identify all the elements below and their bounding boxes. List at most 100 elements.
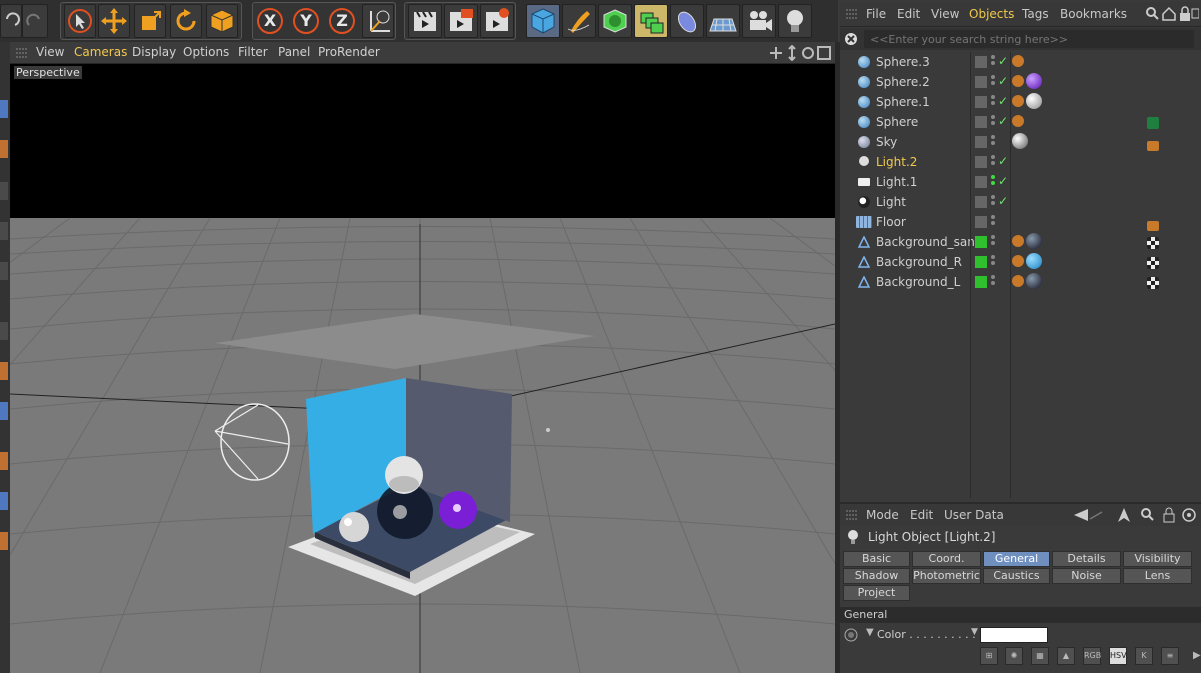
mode-button[interactable] — [0, 222, 8, 240]
object-row-sky[interactable]: Sky — [840, 132, 1201, 152]
viewport-menu-prorender[interactable]: ProRender — [318, 45, 380, 59]
enabled-check-icon[interactable]: ✓ — [998, 74, 1008, 88]
tab-lens[interactable]: Lens — [1123, 568, 1192, 584]
uvw-tag-icon[interactable] — [1147, 237, 1159, 249]
floor-button[interactable] — [706, 4, 740, 38]
up-arrow-icon[interactable] — [1118, 508, 1130, 522]
new-window-icon[interactable] — [1191, 8, 1199, 19]
object-row-floor[interactable]: Floor — [840, 212, 1201, 232]
layer-swatch[interactable] — [975, 136, 987, 148]
rotate-tool-button[interactable] — [170, 4, 202, 38]
light-button[interactable] — [778, 4, 812, 38]
layer-swatch[interactable] — [975, 116, 987, 128]
viewport-menu-filter[interactable]: Filter — [238, 45, 268, 59]
tab-visibility[interactable]: Visibility — [1123, 551, 1192, 567]
render-picture-viewer-button[interactable] — [444, 4, 478, 38]
object-search-input[interactable] — [864, 30, 1194, 48]
tab-photometric[interactable]: Photometric — [912, 568, 981, 584]
viewport-nav-icons[interactable] — [770, 45, 832, 61]
mode-button[interactable] — [0, 182, 8, 200]
attr-menu-user-data[interactable]: User Data — [944, 508, 1004, 522]
attr-menu-edit[interactable]: Edit — [910, 508, 933, 522]
layer-swatch[interactable] — [975, 216, 987, 228]
object-row-sphere-3[interactable]: Sphere.3 ✓ — [840, 52, 1201, 72]
attr-menu-mode[interactable]: Mode — [866, 508, 899, 522]
3d-viewport[interactable]: Perspective — [10, 64, 835, 673]
layer-swatch[interactable] — [975, 96, 987, 108]
enabled-check-icon[interactable]: ✓ — [998, 154, 1008, 168]
lock-icon[interactable] — [1180, 6, 1190, 21]
move-tool-button[interactable] — [98, 4, 130, 38]
render-view-button[interactable] — [408, 4, 442, 38]
visibility-dots[interactable] — [991, 255, 995, 269]
z-axis-lock-button[interactable]: Z — [329, 8, 355, 34]
tab-general[interactable]: General — [983, 551, 1050, 567]
phong-tag-icon[interactable] — [1012, 235, 1024, 247]
close-icon[interactable] — [844, 32, 858, 46]
object-row-light-2[interactable]: Light.2 ✓ — [840, 152, 1201, 172]
kelvin-mode-button[interactable]: K — [1135, 647, 1153, 665]
hsv-mode-button[interactable]: HSV — [1109, 647, 1127, 665]
uvw-tag-icon[interactable] — [1147, 257, 1159, 269]
add-cube-button[interactable] — [526, 4, 560, 38]
visibility-dots[interactable] — [991, 175, 995, 189]
layer-swatch[interactable] — [975, 176, 987, 188]
target-icon[interactable] — [1182, 508, 1196, 522]
material-tag-icon[interactable] — [1026, 93, 1042, 109]
object-row-light-1[interactable]: Light.1 ✓ — [840, 172, 1201, 192]
mode-button[interactable] — [0, 100, 8, 118]
tab-coord[interactable]: Coord. — [912, 551, 981, 567]
render-settings-button[interactable] — [480, 4, 514, 38]
color-picker-icon[interactable]: ⊞ — [980, 647, 998, 665]
home-icon[interactable] — [1162, 6, 1176, 21]
mode-button[interactable] — [0, 532, 8, 550]
layer-swatch[interactable] — [975, 76, 987, 88]
subdivision-button[interactable] — [598, 4, 632, 38]
tab-noise[interactable]: Noise — [1052, 568, 1121, 584]
phong-tag-icon[interactable] — [1012, 75, 1024, 87]
obj-menu-objects[interactable]: Objects — [969, 7, 1014, 21]
color-swatch[interactable] — [980, 627, 1048, 643]
visibility-dots[interactable] — [991, 95, 995, 109]
obj-menu-edit[interactable]: Edit — [897, 7, 920, 21]
x-axis-lock-button[interactable]: X — [257, 8, 283, 34]
more-arrow-icon[interactable]: ▶ — [1193, 650, 1201, 661]
enabled-check-icon[interactable]: ✓ — [998, 114, 1008, 128]
phong-tag-icon[interactable] — [1012, 55, 1024, 67]
object-row-background-l[interactable]: Background_L — [840, 272, 1201, 292]
phong-tag-icon[interactable] — [1012, 95, 1024, 107]
obj-menu-file[interactable]: File — [866, 7, 886, 21]
layer-swatch[interactable] — [975, 56, 987, 68]
color-spectrum-icon[interactable]: ▦ — [1031, 647, 1049, 665]
array-button[interactable] — [634, 4, 668, 38]
obj-menu-view[interactable]: View — [931, 7, 959, 21]
enabled-check-icon[interactable]: ✓ — [998, 94, 1008, 108]
pen-tool-button[interactable] — [562, 4, 596, 38]
color-options-arrow-icon[interactable]: ▼ — [971, 627, 978, 637]
obj-menu-bookmarks[interactable]: Bookmarks — [1060, 7, 1127, 21]
search-icon[interactable] — [1146, 7, 1159, 20]
mode-button[interactable] — [0, 402, 8, 420]
visibility-dots[interactable] — [991, 215, 995, 229]
material-tag-icon[interactable] — [1026, 273, 1042, 289]
mode-button[interactable] — [0, 262, 8, 280]
visibility-dots[interactable] — [991, 75, 995, 89]
layer-swatch[interactable] — [975, 156, 987, 168]
viewport-menu-cameras[interactable]: Cameras — [74, 45, 127, 59]
lock-icon[interactable] — [1163, 507, 1175, 523]
mode-button[interactable] — [0, 452, 8, 470]
material-tag-icon[interactable] — [1147, 117, 1159, 129]
viewport-menu-options[interactable]: Options — [183, 45, 229, 59]
rgb-mode-button[interactable]: RGB — [1083, 647, 1101, 665]
back-arrow-icon[interactable] — [1074, 509, 1103, 521]
undo-button[interactable] — [0, 4, 22, 38]
visibility-dots[interactable] — [991, 195, 995, 209]
enabled-check-icon[interactable]: ✓ — [998, 194, 1008, 208]
layer-swatch[interactable] — [975, 236, 987, 248]
phong-tag-icon[interactable] — [1012, 255, 1024, 267]
expand-arrow-icon[interactable]: ▼ — [866, 627, 874, 638]
scale-tool-button[interactable] — [134, 4, 166, 38]
object-row-sphere-1[interactable]: Sphere.1 ✓ — [840, 92, 1201, 112]
object-row-sphere[interactable]: Sphere ✓ — [840, 112, 1201, 132]
material-tag-icon[interactable] — [1012, 133, 1028, 149]
